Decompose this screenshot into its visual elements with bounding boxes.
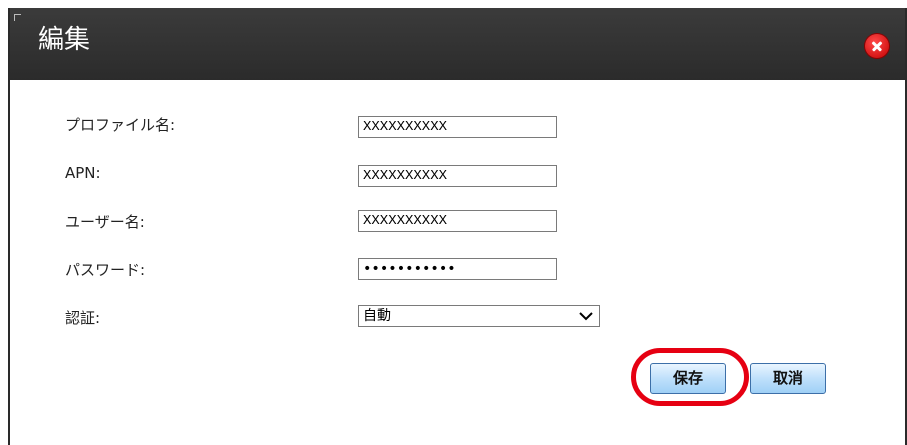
close-icon[interactable] — [865, 34, 889, 58]
auth-select[interactable]: 自動 — [358, 305, 600, 327]
edit-dialog: 編集 プロファイル名: APN: ユーザー名: パスワード: 認証: 自動 保存… — [8, 8, 907, 445]
username-label: ユーザー名: — [65, 213, 145, 231]
password-input[interactable] — [358, 258, 557, 280]
cancel-button[interactable]: 取消 — [750, 363, 826, 394]
apn-label: APN: — [65, 164, 101, 182]
password-label: パスワード: — [65, 261, 146, 279]
dialog-title: 編集 — [38, 25, 91, 55]
auth-label: 認証: — [65, 309, 101, 327]
save-button[interactable]: 保存 — [650, 363, 726, 394]
auth-select-value: 自動 — [363, 308, 391, 324]
profile-name-label: プロファイル名: — [65, 116, 176, 134]
chevron-down-icon — [579, 312, 593, 321]
profile-name-input[interactable] — [358, 116, 557, 138]
apn-input[interactable] — [358, 165, 557, 187]
dialog-titlebar: 編集 — [10, 8, 905, 80]
corner-mark — [14, 14, 21, 21]
username-input[interactable] — [358, 210, 557, 232]
